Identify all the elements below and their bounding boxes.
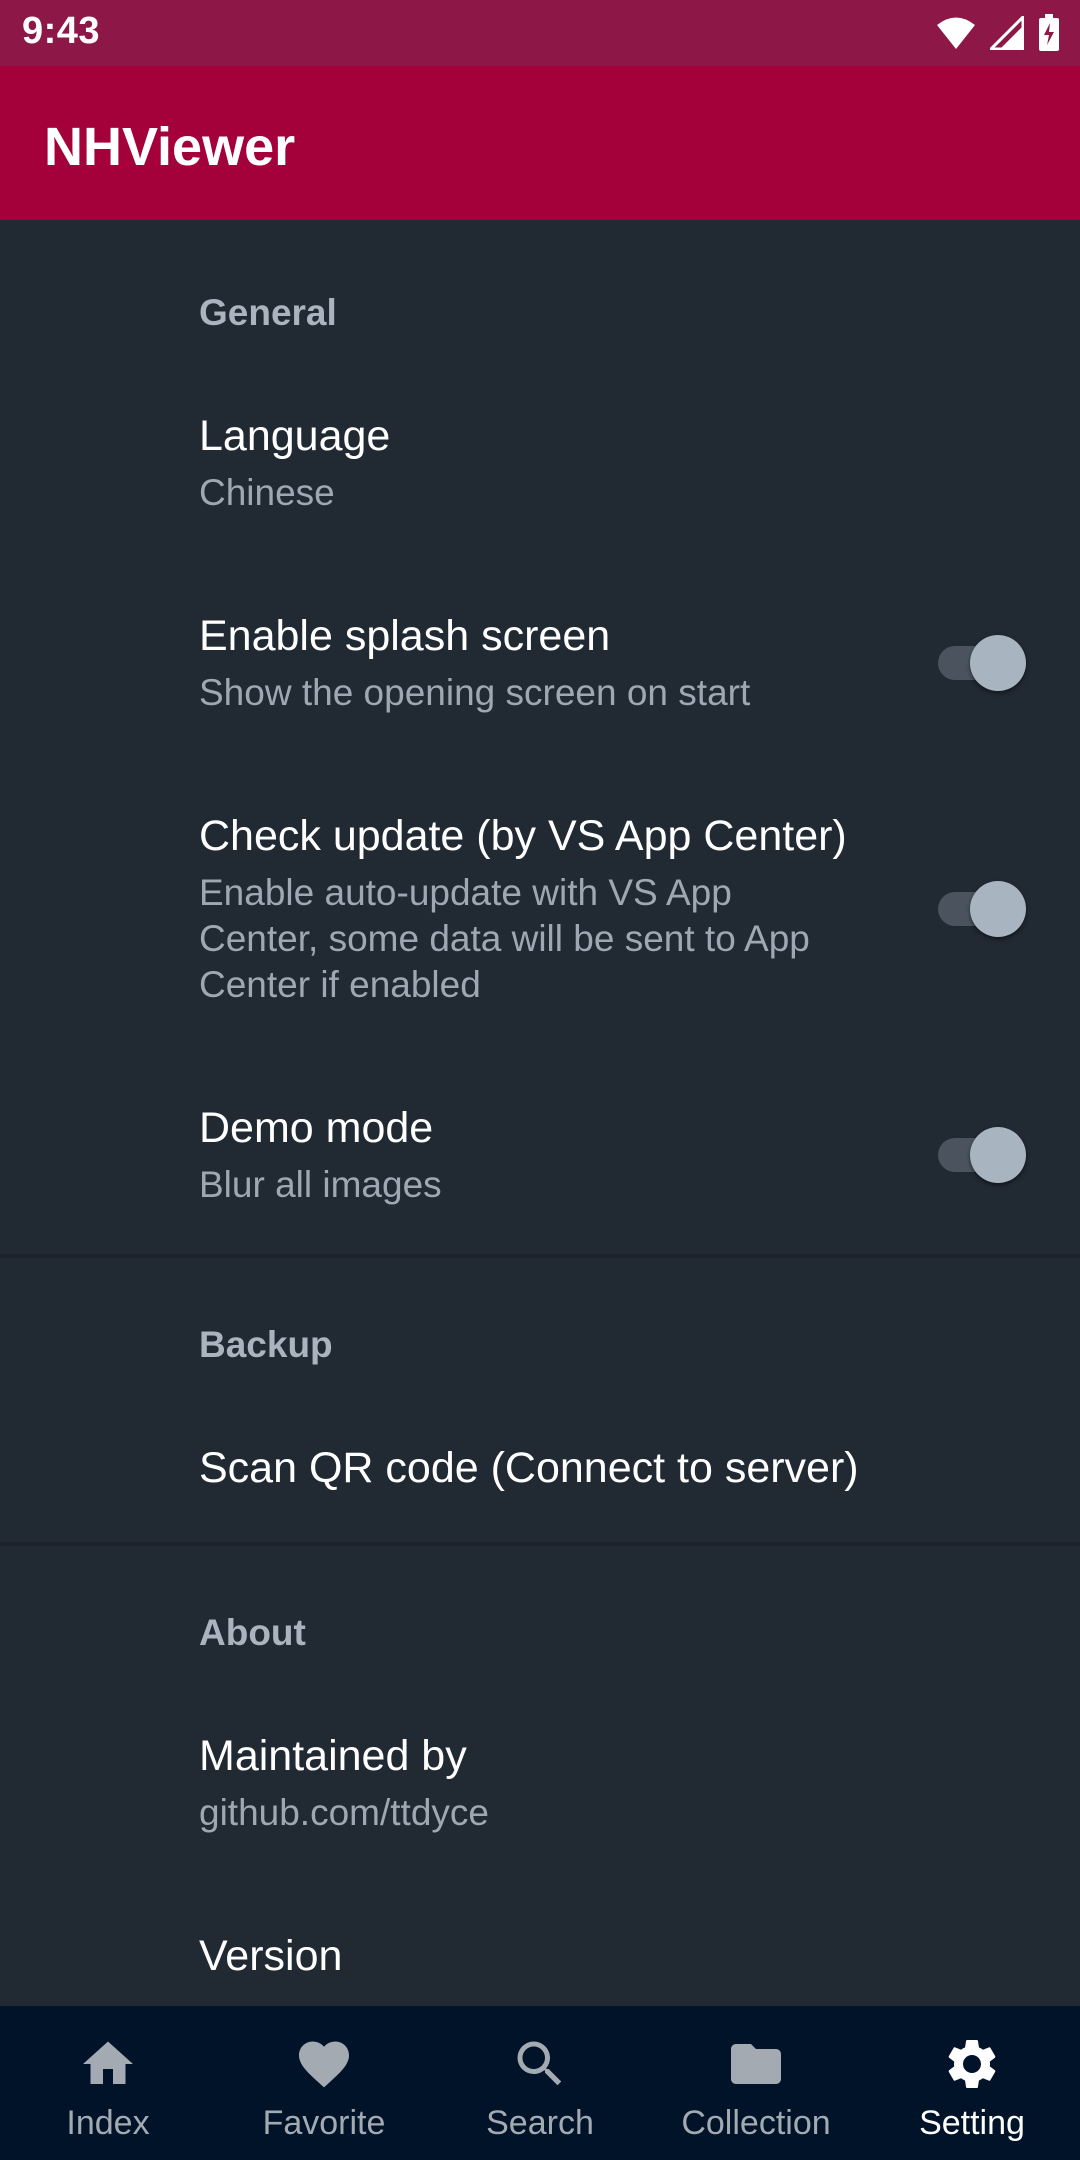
check-update-summary-line-2: Center, some data will be sent to App xyxy=(199,918,810,959)
app-bar: NHViewer xyxy=(0,66,1080,220)
gear-icon xyxy=(948,2040,996,2088)
category-backup-header: Backup xyxy=(199,1324,333,1365)
search-icon xyxy=(517,2041,562,2086)
status-bar: 9:43 xyxy=(0,0,1080,66)
nav-item-index[interactable]: Index xyxy=(0,2006,216,2160)
demo-mode-title: Demo mode xyxy=(199,1104,434,1152)
settings-list[interactable]: General Language Chinese Enable splash s… xyxy=(0,220,1080,2006)
switch-thumb xyxy=(970,1127,1026,1183)
section-divider xyxy=(0,1254,1080,1258)
bottom-navigation: Index Favorite Search Collection Setting xyxy=(0,2006,1080,2160)
nav-item-setting[interactable]: Setting xyxy=(864,2006,1080,2160)
check-update-switch[interactable] xyxy=(936,877,1026,937)
check-update-summary-line-1: Enable auto-update with VS App xyxy=(199,872,732,913)
check-update-title: Check update (by VS App Center) xyxy=(199,812,847,860)
switch-thumb xyxy=(970,881,1026,937)
folder-icon xyxy=(731,2044,781,2084)
nav-item-search[interactable]: Search xyxy=(432,2006,648,2160)
maintained-by-summary: github.com/ttdyce xyxy=(199,1792,489,1833)
demo-mode-switch[interactable] xyxy=(936,1123,1026,1183)
check-update-summary-line-3: Center if enabled xyxy=(199,964,481,1005)
splash-screen-summary: Show the opening screen on start xyxy=(199,672,751,713)
nav-label-favorite: Favorite xyxy=(262,2104,386,2142)
nav-label-collection: Collection xyxy=(681,2104,831,2142)
splash-screen-title: Enable splash screen xyxy=(199,612,611,660)
battery-icon xyxy=(1039,14,1059,51)
demo-mode-summary: Blur all images xyxy=(199,1164,442,1205)
nav-label-search: Search xyxy=(486,2104,594,2142)
home-icon xyxy=(83,2041,133,2084)
nav-label-index: Index xyxy=(66,2104,150,2142)
switch-thumb xyxy=(970,635,1026,691)
splash-screen-switch[interactable] xyxy=(936,631,1026,691)
app-title: NHViewer xyxy=(44,117,296,177)
language-summary: Chinese xyxy=(199,472,335,513)
cellular-signal-icon xyxy=(990,16,1024,50)
nav-item-collection[interactable]: Collection xyxy=(648,2006,864,2160)
nav-label-setting: Setting xyxy=(919,2104,1025,2142)
version-title: Version xyxy=(199,1932,343,1980)
wifi-icon xyxy=(937,17,975,49)
category-about-header: About xyxy=(199,1612,306,1653)
scan-qr-title: Scan QR code (Connect to server) xyxy=(199,1444,859,1492)
heart-icon xyxy=(299,2041,349,2088)
section-divider xyxy=(0,1542,1080,1546)
status-icons xyxy=(936,14,1060,52)
language-title: Language xyxy=(199,412,391,460)
nav-item-favorite[interactable]: Favorite xyxy=(216,2006,432,2160)
maintained-by-title: Maintained by xyxy=(199,1732,467,1780)
status-time: 9:43 xyxy=(22,10,101,52)
category-general-header: General xyxy=(199,292,337,333)
